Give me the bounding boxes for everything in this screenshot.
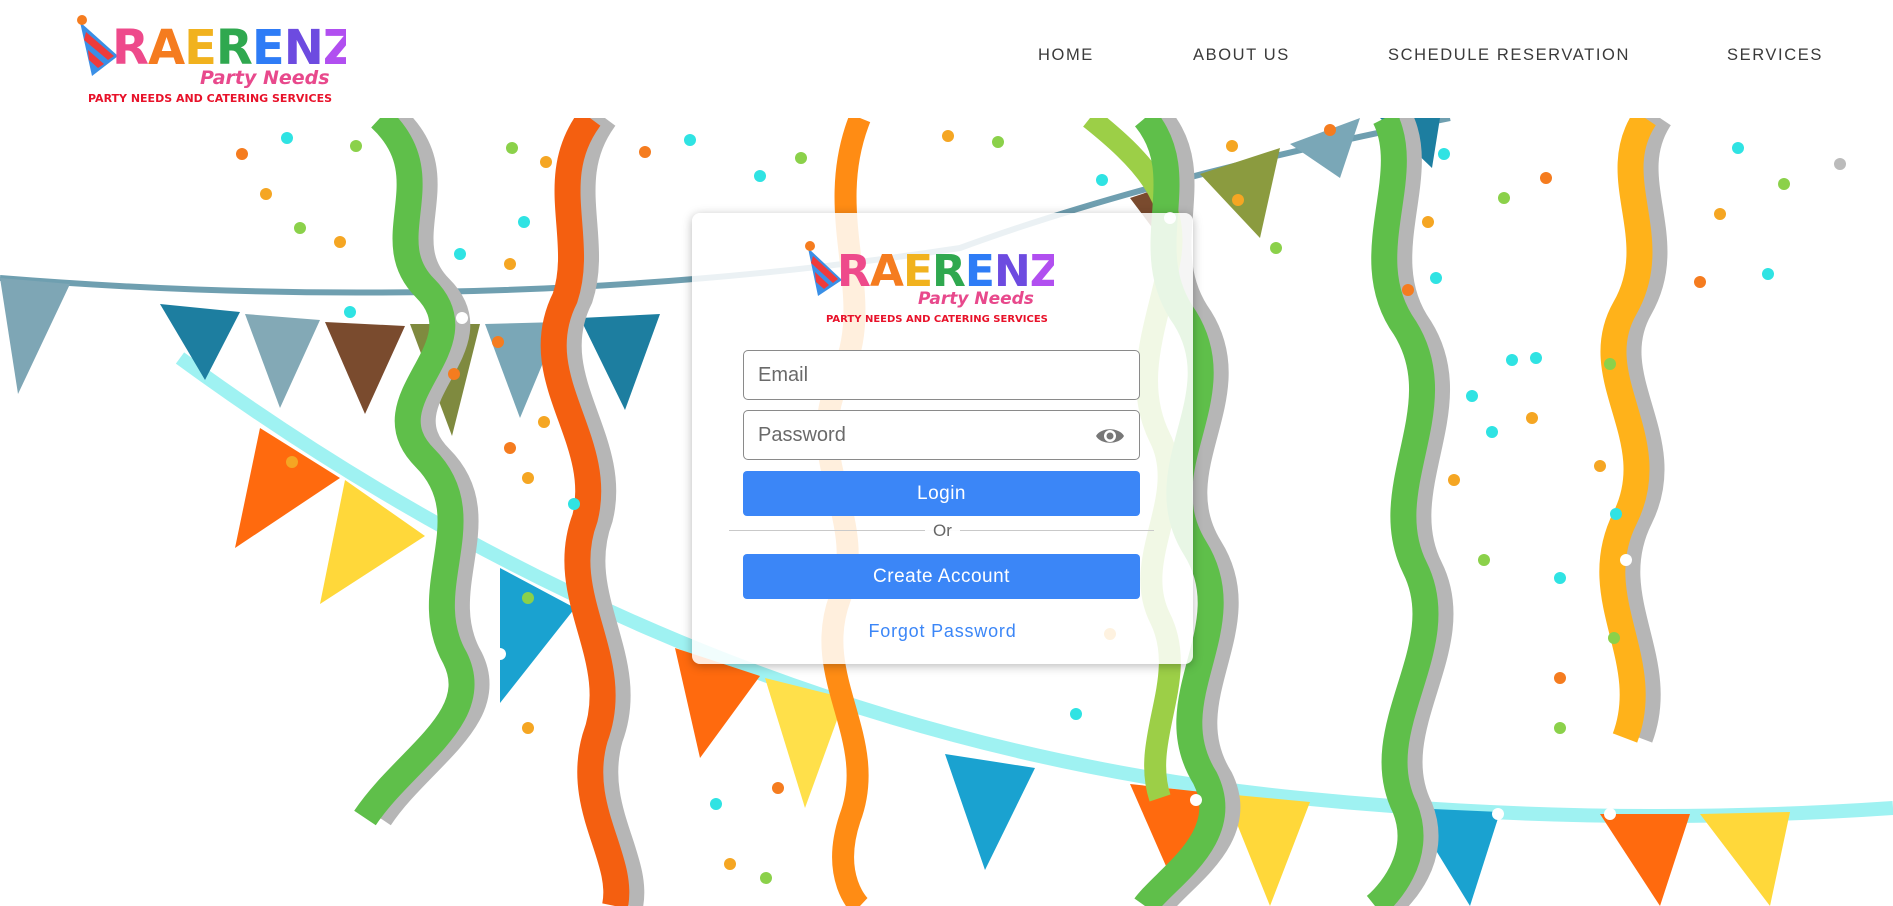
main-nav: HOME ABOUT US SCHEDULE RESERVATION SERVI… (0, 46, 1893, 70)
create-account-button[interactable]: Create Account (743, 554, 1140, 599)
card-brand-logo: RAERENZ Party Needs PARTY NEEDS AND CATE… (805, 241, 1054, 325)
or-label: Or (925, 521, 960, 540)
card-brand-subtitle: Party Needs (918, 289, 1034, 309)
nav-schedule-reservation[interactable]: SCHEDULE RESERVATION (1388, 46, 1630, 65)
or-separator: Or (692, 521, 1193, 541)
login-card: RAERENZ Party Needs PARTY NEEDS AND CATE… (692, 213, 1193, 664)
forgot-password-link[interactable]: Forgot Password (692, 621, 1193, 642)
password-field[interactable] (743, 410, 1140, 460)
password-input[interactable] (744, 411, 1139, 459)
nav-about-us[interactable]: ABOUT US (1193, 46, 1290, 65)
brand-subtitle: Party Needs (200, 67, 330, 89)
card-brand-tagline: PARTY NEEDS AND CATERING SERVICES (826, 314, 1048, 325)
email-field[interactable] (743, 350, 1140, 400)
nav-home[interactable]: HOME (1038, 46, 1094, 65)
login-button[interactable]: Login (743, 471, 1140, 516)
brand-tagline: PARTY NEEDS AND CATERING SERVICES (88, 92, 332, 105)
site-header: RAERENZ Party Needs PARTY NEEDS AND CATE… (0, 0, 1893, 118)
email-input[interactable] (744, 351, 1139, 399)
nav-services[interactable]: SERVICES (1727, 46, 1823, 65)
eye-icon[interactable] (1095, 424, 1125, 448)
